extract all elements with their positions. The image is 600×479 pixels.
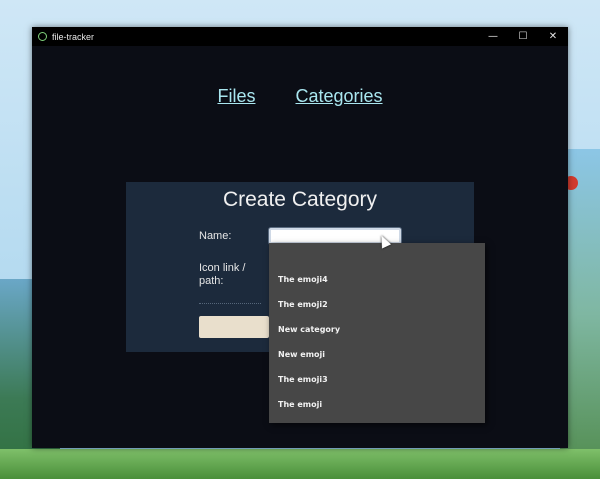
form-title: Create Category: [222, 188, 378, 211]
title-bar[interactable]: file-tracker — ☐ ✕: [32, 27, 568, 46]
minimize-icon[interactable]: —: [478, 27, 508, 46]
close-icon[interactable]: ✕: [538, 27, 568, 46]
autocomplete-item-partial[interactable]: [269, 247, 485, 267]
autocomplete-item[interactable]: The emoji3: [269, 367, 485, 392]
autocomplete-item[interactable]: New category: [269, 317, 485, 342]
window-title: file-tracker: [52, 31, 95, 42]
autocomplete-item[interactable]: The emoji: [269, 392, 485, 417]
window-controls: — ☐ ✕: [478, 27, 568, 46]
scenery-ground: [0, 449, 600, 479]
autocomplete-item[interactable]: New emoji: [269, 342, 485, 367]
nav-link-files[interactable]: Files: [217, 86, 255, 107]
icon-link-input[interactable]: [199, 300, 261, 304]
autocomplete-dropdown: The emoji4 The emoji2 New category New e…: [269, 243, 485, 423]
icon-link-label: Icon link / path:: [199, 262, 246, 287]
submit-button[interactable]: [199, 316, 269, 338]
autocomplete-item[interactable]: The emoji4: [269, 267, 485, 292]
app-content: Files Categories Create Category Name: I…: [32, 46, 568, 448]
nav-link-categories[interactable]: Categories: [295, 86, 382, 107]
maximize-icon[interactable]: ☐: [508, 27, 538, 46]
app-window: file-tracker — ☐ ✕ Files Categories Crea…: [32, 27, 568, 448]
autocomplete-item[interactable]: The emoji2: [269, 292, 485, 317]
main-nav: Files Categories: [32, 86, 568, 107]
name-label: Name:: [199, 230, 232, 242]
app-leaf-icon: [38, 32, 47, 41]
